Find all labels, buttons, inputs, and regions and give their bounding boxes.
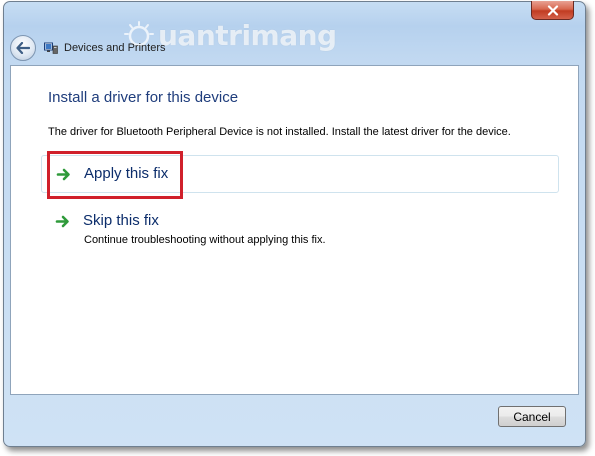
description-text: The driver for Bluetooth Peripheral Devi…	[48, 126, 511, 138]
apply-fix-option[interactable]: Apply this fix	[41, 155, 559, 193]
breadcrumb-devices-and-printers[interactable]: Devices and Printers	[64, 42, 166, 54]
skip-fix-description: Continue troubleshooting without applyin…	[84, 234, 326, 246]
skip-fix-option[interactable]: Skip this fix Continue troubleshooting w…	[41, 207, 559, 251]
watermark-text: uantrimang	[158, 19, 337, 52]
skip-fix-label: Skip this fix	[83, 212, 159, 229]
close-button[interactable]	[531, 1, 574, 20]
troubleshooter-window: uantrimang Devices and Printers Install …	[3, 1, 586, 447]
back-button[interactable]	[10, 35, 36, 61]
page-title: Install a driver for this device	[48, 89, 239, 106]
devices-printers-icon	[44, 42, 58, 54]
apply-fix-label: Apply this fix	[84, 165, 169, 182]
close-icon	[547, 4, 558, 16]
back-arrow-icon	[16, 42, 30, 54]
green-arrow-icon	[56, 168, 70, 181]
content-panel: Install a driver for this device The dri…	[10, 65, 579, 395]
cancel-button[interactable]: Cancel	[498, 406, 566, 427]
green-arrow-icon	[55, 215, 69, 228]
navigation-bar: Devices and Printers	[10, 34, 166, 62]
